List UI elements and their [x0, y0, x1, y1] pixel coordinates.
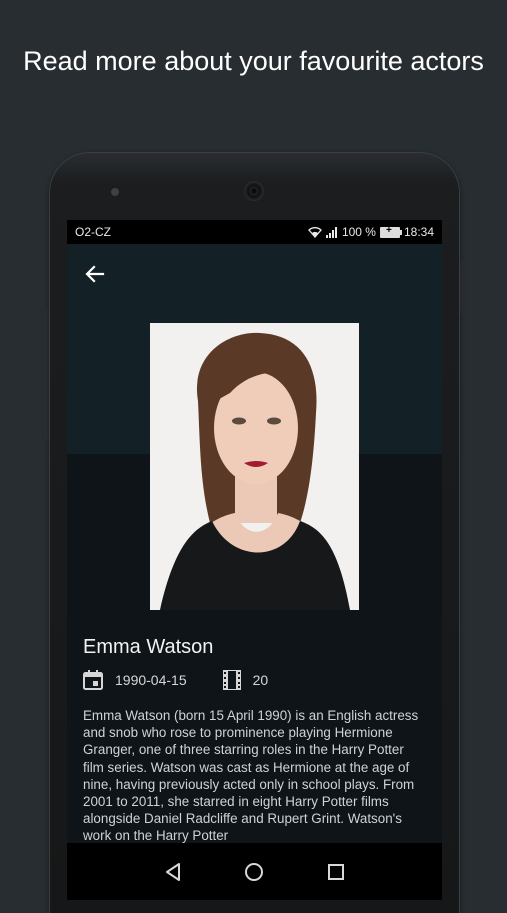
phone-screen: O2-CZ 100 % + 18:34 Emma Watson 1990-04-…: [67, 220, 442, 900]
actor-name: Emma Watson: [83, 636, 214, 658]
battery-percent: 100 %: [341, 225, 376, 239]
battery-charging-icon: +: [379, 225, 402, 238]
status-bar: O2-CZ 100 % + 18:34: [67, 220, 442, 244]
headline: Read more about your favourite actors: [23, 46, 484, 76]
actor-meta: 1990-04-15 20: [83, 670, 268, 690]
clock: 18:34: [403, 225, 434, 239]
phone-volume-button: [45, 310, 49, 440]
back-button[interactable]: [81, 260, 109, 288]
movie-count-item: 20: [222, 670, 269, 690]
earpiece-speaker: [244, 181, 264, 201]
nav-recents-icon: [328, 863, 345, 880]
birth-date-item: 1990-04-15: [83, 670, 187, 690]
actor-biography: Emma Watson (born 15 April 1990) is an E…: [83, 708, 419, 843]
wifi-icon: [308, 226, 322, 238]
calendar-icon: [83, 670, 103, 690]
birth-date: 1990-04-15: [115, 672, 187, 688]
arrow-back-icon: [85, 265, 105, 283]
front-camera: [111, 188, 119, 196]
system-nav-bar: [67, 843, 442, 900]
signal-icon: [325, 226, 337, 238]
nav-home-icon: [245, 862, 264, 881]
nav-home-button[interactable]: [239, 857, 269, 887]
phone-power-button: [459, 260, 463, 315]
movie-count: 20: [252, 672, 269, 688]
nav-back-button[interactable]: [158, 857, 188, 887]
nav-recents-button[interactable]: [321, 857, 351, 887]
nav-back-icon: [165, 862, 180, 881]
film-icon: [222, 670, 241, 690]
carrier-label: O2-CZ: [75, 225, 111, 239]
actor-photo: [150, 323, 359, 610]
